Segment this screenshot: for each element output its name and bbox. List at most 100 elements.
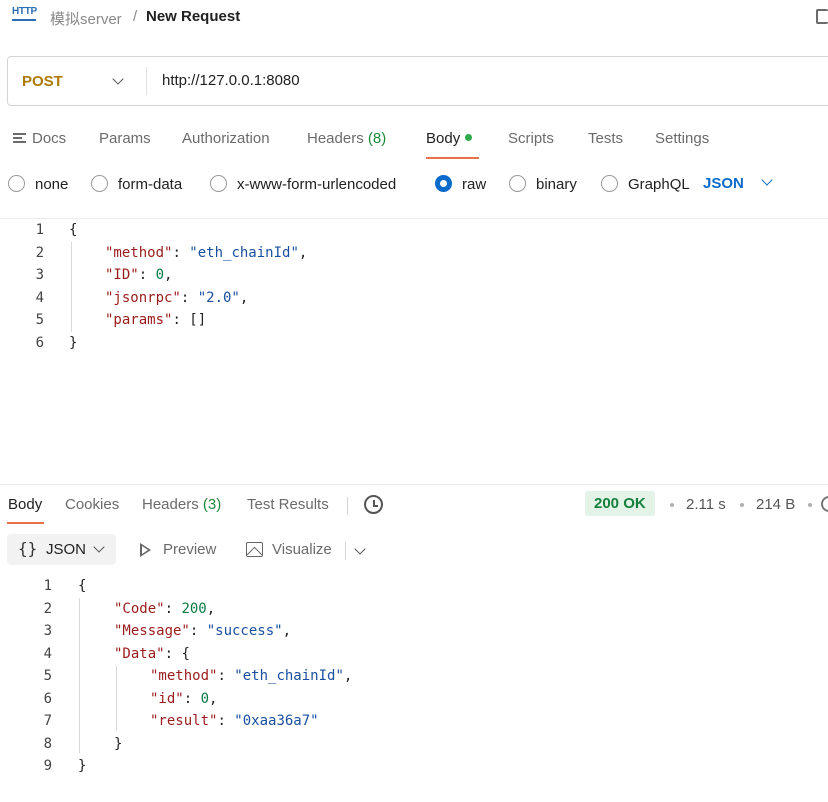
json-value: [] (189, 312, 207, 328)
globe-icon[interactable] (821, 496, 828, 512)
tab-tests[interactable]: Tests (588, 130, 623, 147)
radio-raw-label: raw (462, 176, 487, 193)
json-key: "method" (150, 668, 218, 684)
json-colon: : (172, 245, 190, 261)
chevron-down-icon[interactable] (761, 174, 773, 186)
line-number: 5 (35, 312, 44, 328)
url-bar: POST (7, 56, 828, 106)
line-number: 3 (35, 267, 44, 283)
indent-guide (71, 242, 72, 332)
line-number: 4 (35, 290, 44, 306)
breadcrumb: HTTP 模拟server / New Request (0, 0, 828, 36)
history-icon[interactable] (364, 495, 383, 514)
request-body-editor[interactable]: 1 2 3 4 5 6 { "method": "eth_chainId", "… (0, 222, 828, 362)
radio-binary[interactable]: binary (509, 175, 577, 193)
code-brace: } (78, 758, 87, 774)
method-select[interactable]: POST (22, 73, 63, 90)
visualize-button[interactable]: Visualize (272, 541, 332, 558)
chevron-down-icon[interactable] (112, 73, 124, 85)
json-key: "Message" (114, 623, 190, 639)
request-tabs: Docs Params Authorization Headers (8) Bo… (0, 126, 828, 160)
url-input[interactable] (162, 72, 562, 89)
image-icon[interactable] (246, 542, 263, 557)
line-number: 3 (43, 623, 52, 639)
radio-graphql-label: GraphQL (628, 176, 690, 193)
json-comma: , (239, 290, 249, 306)
json-value: "eth_chainId" (189, 245, 299, 261)
tab-body-label: Body (426, 130, 461, 147)
code-line: "ID": 0, (105, 267, 172, 283)
line-number: 2 (43, 601, 52, 617)
radio-none[interactable]: none (8, 175, 68, 193)
json-colon: : (164, 601, 182, 617)
json-comma: , (164, 267, 173, 283)
response-format-select[interactable]: {} JSON (7, 534, 116, 565)
code-line: "Code": 200, (114, 601, 215, 617)
json-value: 0 (155, 267, 165, 283)
line-number: 9 (43, 758, 52, 774)
code-brace: } (114, 736, 123, 752)
code-brace: { (69, 222, 78, 238)
code-brace: } (69, 335, 78, 351)
json-comma: , (209, 691, 218, 707)
json-value: "success" (206, 623, 283, 639)
json-value: "eth_chainId" (234, 668, 344, 684)
json-colon: : (217, 668, 235, 684)
dot-separator (670, 503, 674, 507)
divider (347, 497, 348, 515)
divider (345, 542, 346, 560)
doc-icon[interactable] (816, 9, 828, 24)
radio-urlencoded[interactable]: x-www-form-urlencoded (210, 175, 396, 193)
json-comma: , (206, 601, 216, 617)
status-badge[interactable]: 200 OK (585, 491, 655, 516)
json-comma: , (298, 245, 308, 261)
line-number: 8 (43, 736, 52, 752)
radio-circle (8, 175, 25, 192)
json-value: 200 (181, 601, 207, 617)
body-type-options: none form-data x-www-form-urlencoded raw… (0, 170, 828, 200)
tab-scripts[interactable]: Scripts (508, 130, 554, 147)
response-format-label: JSON (46, 541, 87, 558)
tab-authorization[interactable]: Authorization (182, 130, 270, 147)
request-title[interactable]: New Request (146, 8, 240, 25)
preview-button[interactable]: Preview (163, 541, 216, 558)
play-icon[interactable] (140, 543, 151, 557)
radio-none-label: none (35, 176, 69, 193)
radio-form-data[interactable]: form-data (91, 175, 182, 193)
tab-headers[interactable]: Headers (8) (307, 130, 386, 147)
response-tab-cookies[interactable]: Cookies (65, 496, 119, 513)
response-tab-headers-label: Headers (142, 496, 199, 513)
response-tab-body[interactable]: Body (8, 496, 42, 513)
code-brace: { (78, 578, 87, 594)
chevron-down-icon[interactable] (354, 543, 366, 555)
response-body-viewer[interactable]: 1 2 3 4 5 6 7 8 9 { "Code": 200, "Messag… (0, 578, 828, 778)
json-key: "jsonrpc" (105, 290, 181, 306)
tab-docs[interactable]: Docs (13, 130, 66, 147)
response-tabs: Body Cookies Headers (3) Test Results 20… (0, 491, 828, 526)
response-size[interactable]: 214 B (756, 496, 795, 513)
code-line: "jsonrpc": "2.0", (105, 290, 248, 306)
code-line: "method": "eth_chainId", (105, 245, 307, 261)
response-tab-test-results[interactable]: Test Results (247, 496, 329, 513)
response-time[interactable]: 2.11 s (686, 496, 726, 513)
response-tab-headers[interactable]: Headers (3) (142, 496, 221, 513)
radio-circle (91, 175, 108, 192)
line-number: 6 (43, 691, 52, 707)
body-language-select[interactable]: JSON (703, 175, 744, 192)
docs-icon (13, 133, 26, 143)
http-icon: HTTP (12, 6, 37, 21)
tab-headers-count: (8) (367, 130, 387, 147)
line-number: 1 (35, 222, 44, 238)
radio-raw[interactable]: raw (435, 175, 486, 193)
tab-body[interactable]: Body (426, 130, 473, 147)
breadcrumb-collection[interactable]: 模拟server (50, 8, 122, 29)
radio-graphql[interactable]: GraphQL (601, 175, 690, 193)
active-tab-indicator (7, 522, 44, 524)
json-colon: : (180, 290, 198, 306)
tab-docs-label: Docs (32, 130, 67, 147)
json-comma: , (343, 668, 353, 684)
tab-settings[interactable]: Settings (655, 130, 709, 147)
code-line: "Message": "success", (114, 623, 291, 639)
tab-params[interactable]: Params (99, 130, 151, 147)
line-number: 6 (35, 335, 44, 351)
